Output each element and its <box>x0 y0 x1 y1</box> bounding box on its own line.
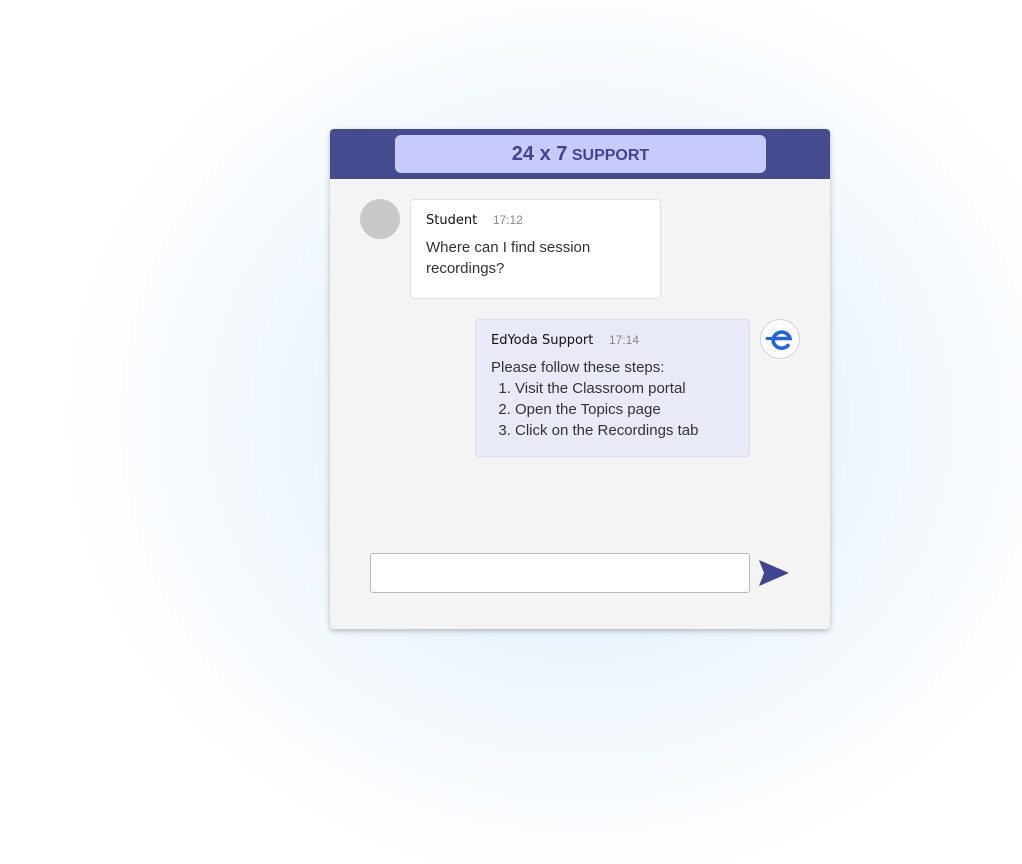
header-title-sub: SUPPORT <box>571 147 650 164</box>
message-input[interactable] <box>370 553 750 593</box>
message-intro: Please follow these steps: <box>491 359 665 376</box>
edyoda-logo-icon <box>765 330 793 350</box>
message-time: 17:12 <box>492 213 523 227</box>
message-meta: EdYoda Support 17:14 <box>491 332 734 349</box>
step-item: Open the Topics page <box>515 399 734 420</box>
message-sender: EdYoda Support <box>491 333 594 348</box>
message-time: 17:14 <box>609 333 640 347</box>
chat-header: 24 x 7 SUPPORT <box>330 129 830 179</box>
header-title-main: 24 x 7 <box>511 143 568 165</box>
student-avatar <box>360 199 400 239</box>
student-message: Student 17:12 Where can I find session r… <box>410 199 661 299</box>
steps-list: Visit the Classroom portal Open the Topi… <box>491 378 734 441</box>
message-sender: Student <box>426 213 478 228</box>
send-icon <box>759 560 789 586</box>
support-avatar <box>760 319 800 359</box>
message-meta: Student 17:12 <box>426 212 645 229</box>
chat-window: 24 x 7 SUPPORT Student 17:12 Where can I… <box>330 129 830 629</box>
support-message: EdYoda Support 17:14 Please follow these… <box>475 319 750 457</box>
step-item: Click on the Recordings tab <box>515 420 734 441</box>
send-button[interactable] <box>758 558 790 588</box>
header-title: 24 x 7 SUPPORT <box>395 135 766 173</box>
message-text: Where can I find session recordings? <box>426 239 591 277</box>
step-item: Visit the Classroom portal <box>515 378 734 399</box>
